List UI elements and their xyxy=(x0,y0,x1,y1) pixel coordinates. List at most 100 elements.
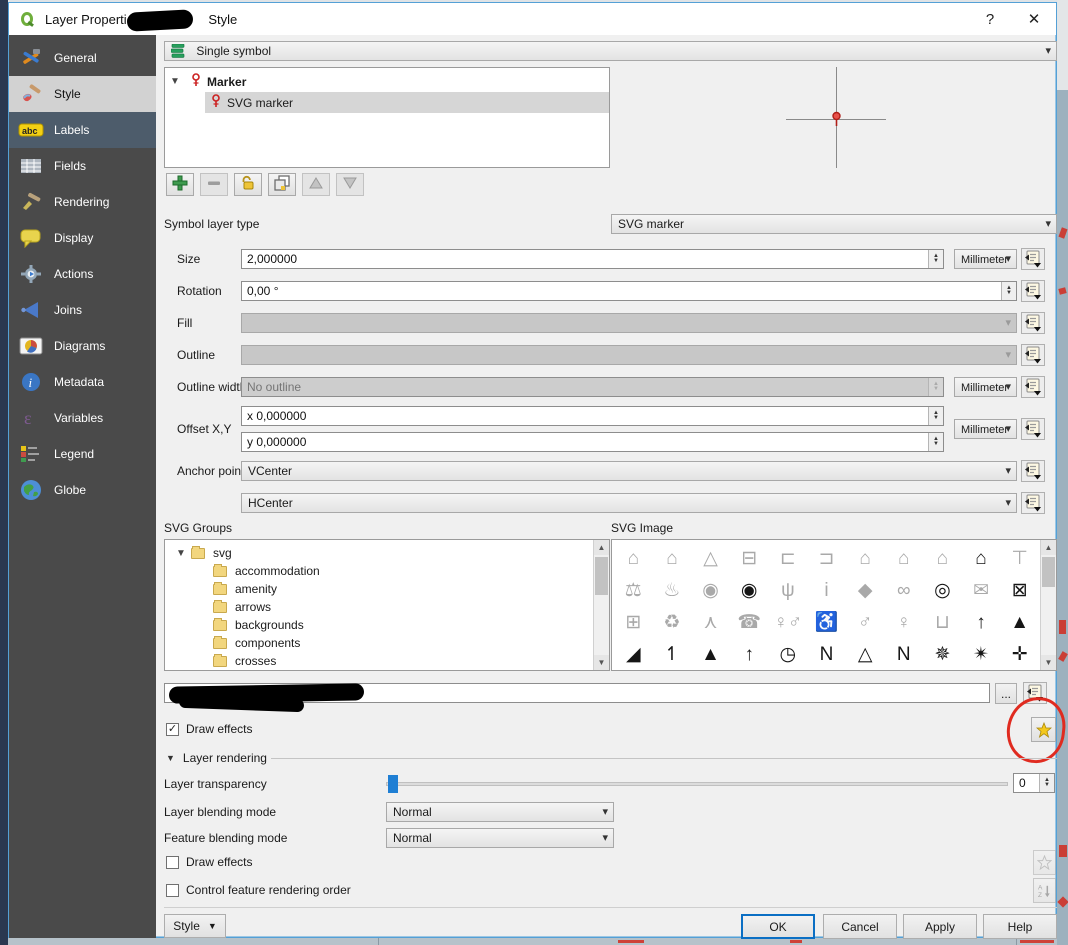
sidebar-item-globe[interactable]: Globe xyxy=(9,472,156,508)
offset-x-spinner[interactable]: ▲ ▼ xyxy=(928,407,943,425)
bed-breakfast-icon[interactable]: ⊏ xyxy=(780,549,796,568)
arrow-up2-icon[interactable]: ↑ xyxy=(744,645,754,664)
checkbox-empty[interactable] xyxy=(166,883,179,897)
fire-icon[interactable]: ♨ xyxy=(663,581,680,600)
svg-group-folder-crosses[interactable]: crosses xyxy=(213,652,609,670)
sidebar-item-style[interactable]: Style xyxy=(9,76,156,112)
chevron-down-icon[interactable]: ▼ xyxy=(165,76,185,87)
data-defined-override-button[interactable] xyxy=(1021,344,1045,366)
apply-button[interactable]: Apply xyxy=(903,914,977,939)
svg-group-folder-amenity[interactable]: amenity xyxy=(213,580,609,598)
toilets-women-icon[interactable]: ♀ xyxy=(897,613,911,632)
sidebar-item-fields[interactable]: Fields xyxy=(9,148,156,184)
size-unit-select[interactable]: Millimeter xyxy=(954,249,1017,269)
picnic-table-icon[interactable]: ⊤ xyxy=(1011,549,1028,568)
offset-x-input[interactable] xyxy=(241,406,944,426)
checkbox-empty[interactable] xyxy=(166,855,179,869)
compass-star-icon[interactable]: ✴ xyxy=(973,645,989,664)
layer-draw-effects-checkbox[interactable]: Draw effects xyxy=(166,855,252,869)
checkbox-check-icon[interactable]: ✓ xyxy=(166,722,179,736)
duplicate-symbol-layer-button[interactable] xyxy=(268,173,296,196)
house-icon[interactable]: ⌂ xyxy=(859,549,870,568)
svg-group-folder-backgrounds[interactable]: backgrounds xyxy=(213,616,609,634)
fire-badge-icon[interactable]: ◉ xyxy=(702,581,719,600)
toilets-icon[interactable]: ♀♂ xyxy=(774,613,803,632)
data-defined-override-button[interactable] xyxy=(1021,460,1045,482)
help-button[interactable]: Help xyxy=(983,914,1057,939)
wheelchair-wc-icon[interactable]: ♿ xyxy=(815,613,839,632)
browse-button[interactable]: ... xyxy=(995,683,1017,704)
sidebar-item-labels[interactable]: abc Labels xyxy=(9,112,156,148)
svg-group-folder-accommodation[interactable]: accommodation xyxy=(213,562,609,580)
gate-icon[interactable]: ⊞ xyxy=(625,613,641,632)
tree-item-svg-marker[interactable]: SVG marker xyxy=(205,92,609,113)
add-symbol-layer-button[interactable] xyxy=(166,173,194,196)
hotel-bed-icon[interactable]: ⊐ xyxy=(819,549,835,568)
collapse-arrow-icon[interactable]: ▼ xyxy=(166,753,175,763)
envelope-icon[interactable]: ✉ xyxy=(973,581,989,600)
fire-badge-black-icon[interactable]: ◉ xyxy=(741,581,758,600)
svg-group-folder-components[interactable]: components xyxy=(213,634,609,652)
svg-image-scrollbar[interactable]: ▲ ▼ xyxy=(1040,540,1056,670)
tent-icon[interactable]: △ xyxy=(703,549,718,568)
rotation-spinner[interactable]: ▲ ▼ xyxy=(1001,282,1016,300)
box-icon[interactable]: ◆ xyxy=(858,581,873,600)
svg-group-root[interactable]: ▼ svg xyxy=(171,544,609,562)
sidebar-item-rendering[interactable]: Rendering xyxy=(9,184,156,220)
arrow-slim-icon[interactable]: ◢ xyxy=(626,645,641,664)
data-defined-override-button[interactable] xyxy=(1021,248,1045,270)
data-defined-override-button[interactable] xyxy=(1021,280,1045,302)
arrow-up-black-icon[interactable]: ↑ xyxy=(976,613,986,632)
transparency-slider-track[interactable] xyxy=(386,782,1008,786)
crosshair-point-icon[interactable]: ✛ xyxy=(1012,645,1028,664)
arrow-triangle-icon[interactable]: ▲ xyxy=(701,645,720,664)
rain-shelter-icon[interactable]: ⌂ xyxy=(898,549,909,568)
cancel-button[interactable]: Cancel xyxy=(823,914,897,939)
svg-groups-scrollbar[interactable]: ▲ ▼ xyxy=(593,540,609,670)
offset-y-input[interactable] xyxy=(241,432,944,452)
north-n-icon[interactable]: N xyxy=(820,645,834,664)
data-defined-override-button[interactable] xyxy=(1021,418,1045,440)
sidebar-item-metadata[interactable]: i Metadata xyxy=(9,364,156,400)
help-titlebar-button[interactable]: ? xyxy=(968,3,1012,35)
envelope-circled-icon[interactable]: ⊠ xyxy=(1012,581,1028,600)
compass-rose-icon[interactable]: ✵ xyxy=(934,645,950,664)
sidebar-item-variables[interactable]: ε Variables xyxy=(9,400,156,436)
arrowhead-north-icon[interactable]: ▲ xyxy=(1010,613,1029,632)
renderer-select[interactable]: Single symbol xyxy=(164,41,1057,61)
information-icon[interactable]: i xyxy=(824,581,828,600)
style-menu-button[interactable]: Style ▼ xyxy=(164,914,226,938)
tree-item-marker[interactable]: ▼ Marker xyxy=(165,71,609,92)
layer-blending-select[interactable]: Normal xyxy=(386,802,614,822)
toilets-men-icon[interactable]: ♂ xyxy=(858,613,872,632)
transparency-slider-handle[interactable] xyxy=(388,775,398,793)
scroll-thumb[interactable] xyxy=(1042,557,1055,587)
arrow-flag-icon[interactable]: ↿ xyxy=(664,645,680,664)
tripod-icon[interactable]: ⋏ xyxy=(704,613,718,632)
scroll-up-icon[interactable]: ▲ xyxy=(1041,540,1056,555)
scroll-up-icon[interactable]: ▲ xyxy=(594,540,609,555)
anchor-horizontal-select[interactable]: HCenter xyxy=(241,493,1017,513)
transparency-spinner[interactable]: ▲ ▼ xyxy=(1039,774,1054,792)
outline-width-unit-select[interactable]: Millimeter xyxy=(954,377,1017,397)
size-spinner[interactable]: ▲ ▼ xyxy=(928,250,943,268)
control-rendering-order-checkbox[interactable]: Control feature rendering order xyxy=(166,883,351,897)
scroll-down-icon[interactable]: ▼ xyxy=(1041,655,1056,670)
data-defined-override-button[interactable] xyxy=(1021,376,1045,398)
shelter-hiker-icon[interactable]: ⌂ xyxy=(628,549,639,568)
sidebar-item-joins[interactable]: Joins xyxy=(9,292,156,328)
north-n2-icon[interactable]: N xyxy=(897,645,911,664)
ok-button[interactable]: OK xyxy=(741,914,815,939)
fountain-icon[interactable]: ψ xyxy=(781,581,795,600)
waste-basket-icon[interactable]: ⊔ xyxy=(935,613,950,632)
sidebar-item-general[interactable]: General xyxy=(9,40,156,76)
svg-group-folder-arrows[interactable]: arrows xyxy=(213,598,609,616)
sidebar-item-actions[interactable]: Actions xyxy=(9,256,156,292)
rotation-input[interactable] xyxy=(241,281,1017,301)
chevron-down-icon[interactable]: ▼ xyxy=(171,548,191,559)
sidebar-item-diagrams[interactable]: Diagrams xyxy=(9,328,156,364)
north-arrow-icon[interactable]: △ xyxy=(858,645,873,664)
layer-rendering-header[interactable]: ▼ Layer rendering xyxy=(166,751,267,765)
anchor-vertical-select[interactable]: VCenter xyxy=(241,461,1017,481)
symbol-layer-type-select[interactable]: SVG marker xyxy=(611,214,1057,234)
